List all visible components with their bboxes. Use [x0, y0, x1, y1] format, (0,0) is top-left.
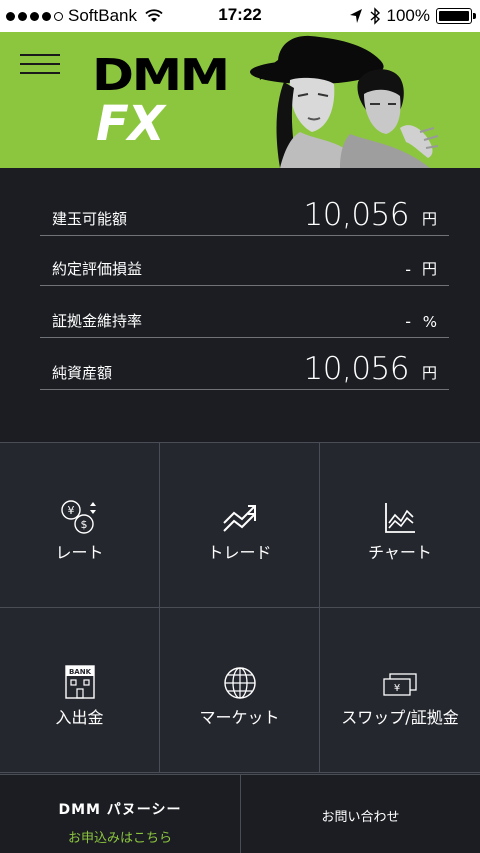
contact-label: お問い合わせ — [321, 810, 400, 825]
bluetooth-icon — [370, 7, 380, 25]
svg-text:$: $ — [80, 518, 87, 531]
hamburger-menu-icon[interactable] — [20, 54, 60, 78]
account-row-label: 建玉可能額 — [52, 210, 128, 228]
account-row-value: - — [405, 260, 411, 279]
trade-icon — [222, 505, 256, 532]
account-row-value: 10,056 — [303, 197, 410, 233]
svg-text:¥: ¥ — [67, 504, 74, 517]
partner-logo: DMM パヌーシー — [58, 802, 182, 818]
battery-percentage: 100% — [386, 6, 430, 25]
fx-logo: FX — [96, 96, 165, 152]
location-arrow-icon — [349, 9, 362, 23]
account-row-unit: 円 — [421, 260, 437, 278]
globe-icon — [223, 667, 256, 699]
tile-label: レート — [55, 543, 104, 562]
banner-photo — [250, 35, 439, 168]
account-row-unit: 円 — [421, 364, 437, 382]
tile-rate[interactable]: ¥ $ レート — [0, 443, 160, 608]
header-banner: DMM FX — [0, 32, 480, 168]
account-row-unrealized-pnl: 約定評価損益 - 円 — [40, 248, 449, 286]
bank-icon: BANK — [64, 665, 95, 699]
partner-banner-button[interactable]: DMM パヌーシー お申込みはこちら — [0, 775, 241, 853]
yen-bill-icon: ¥ — [383, 673, 417, 696]
rate-icon: ¥ $ — [60, 500, 96, 534]
account-row-available-margin: 建玉可能額 10,056 円 — [40, 197, 449, 236]
tile-label: マーケット — [199, 708, 280, 727]
chart-icon — [385, 503, 415, 533]
account-summary: 建玉可能額 10,056 円 約定評価損益 - 円 証拠金維持率 - % 純資産… — [0, 168, 480, 442]
battery-icon — [436, 8, 476, 24]
status-bar: SoftBank 17:22 100% — [0, 0, 480, 32]
tile-label: 入出金 — [55, 708, 104, 727]
account-row-label: 約定評価損益 — [52, 260, 143, 278]
account-row-margin-ratio: 証拠金維持率 - % — [40, 300, 449, 338]
menu-grid: ¥ $ レート トレード チャート BANK 入出金 マーケット ¥ スワップ/… — [0, 442, 480, 774]
tile-deposit-withdrawal[interactable]: BANK 入出金 — [0, 608, 160, 773]
account-row-value: - — [405, 312, 411, 331]
dmm-logo: DMM — [92, 50, 230, 101]
contact-button[interactable]: お問い合わせ — [241, 775, 480, 853]
account-row-unit: % — [422, 313, 437, 331]
tile-trade[interactable]: トレード — [160, 443, 320, 608]
partner-signup-link[interactable]: お申込みはこちら — [0, 827, 240, 846]
account-row-label: 純資産額 — [52, 364, 113, 382]
tile-label: チャート — [368, 543, 432, 562]
tile-swap-margin[interactable]: ¥ スワップ/証拠金 — [320, 608, 480, 773]
account-row-value: 10,056 — [303, 351, 410, 387]
svg-text:BANK: BANK — [68, 668, 91, 676]
svg-text:¥: ¥ — [394, 683, 400, 694]
tile-label: スワップ/証拠金 — [341, 708, 459, 727]
tile-chart[interactable]: チャート — [320, 443, 480, 608]
account-row-unit: 円 — [421, 210, 437, 228]
account-row-label: 証拠金維持率 — [52, 312, 143, 330]
account-row-net-assets: 純資産額 10,056 円 — [40, 351, 449, 390]
footer-bar: DMM パヌーシー お申込みはこちら お問い合わせ — [0, 774, 480, 853]
tile-label: トレード — [207, 543, 272, 562]
tile-market[interactable]: マーケット — [160, 608, 320, 773]
